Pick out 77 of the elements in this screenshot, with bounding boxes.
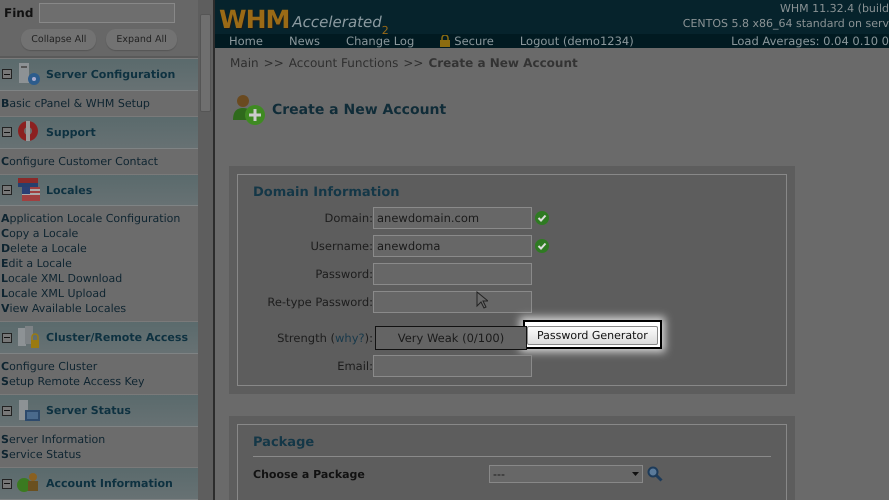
build-text: WHM 11.32.4 (build: [780, 1, 889, 16]
scrollbar[interactable]: [198, 0, 215, 500]
monitor-icon: [16, 398, 42, 424]
check-icon: [535, 211, 549, 225]
section-title: Server Status: [46, 404, 131, 418]
find-label: Find: [4, 6, 34, 20]
section-header[interactable]: Cluster/Remote Access: [0, 321, 198, 354]
collapse-icon[interactable]: [2, 69, 12, 80]
server-text: CENTOS 5.8 x86_64 standard on serv: [682, 16, 889, 31]
section-title: Locales: [46, 184, 92, 197]
breadcrumb-separator: >>: [403, 56, 424, 70]
find-field[interactable]: [39, 3, 176, 23]
breadcrumb-link[interactable]: Main: [230, 56, 259, 70]
section-title: Support: [46, 126, 96, 139]
add-user-icon: [233, 94, 266, 126]
breadcrumb-separator: >>: [264, 56, 284, 70]
section-title: Cluster/Remote Access: [46, 331, 188, 344]
input-field[interactable]: [373, 355, 532, 377]
section-header[interactable]: Server Configuration: [0, 58, 198, 91]
sidebar-link[interactable]: Configure Cluster: [1, 359, 198, 374]
package-select[interactable]: ---: [489, 465, 643, 483]
section-header[interactable]: Account Information: [0, 467, 198, 500]
collapse-icon[interactable]: [2, 127, 12, 138]
sidebar-link[interactable]: View Available Locales: [1, 301, 198, 316]
strength-meter: Very Weak (0/100): [375, 326, 527, 350]
flag-icon: [16, 177, 42, 204]
breadcrumb-link[interactable]: Account Functions: [288, 56, 398, 70]
sidebar-link[interactable]: Setup Remote Access Key: [1, 374, 198, 390]
input-field[interactable]: [373, 291, 532, 313]
field-label: Password:: [314, 267, 373, 281]
sidebar-link[interactable]: Locale XML Upload: [1, 286, 198, 302]
nav-link[interactable]: Change Log: [346, 34, 414, 48]
strength-label: Strength (why?):: [276, 331, 373, 345]
collapse-icon[interactable]: [2, 478, 12, 489]
mouse-pointer-icon: [476, 291, 488, 309]
caret-icon: [632, 472, 639, 476]
page-title: Create a New Account: [272, 102, 446, 118]
section-header[interactable]: Support: [0, 116, 198, 149]
sidebar-link[interactable]: Edit a Locale: [1, 256, 198, 272]
sidebar-link[interactable]: Copy a Locale: [1, 226, 198, 242]
password-generator-button[interactable]: Password Generator: [527, 326, 658, 344]
field-label: Email:: [336, 359, 373, 373]
load-averages: Load Averages: 0.04 0.10 0: [731, 34, 889, 48]
check-icon: [535, 239, 549, 253]
section-title: Server Configuration: [46, 68, 176, 81]
collapse-all-button[interactable]: Collapse All: [21, 29, 96, 50]
lock-icon: [16, 324, 42, 351]
field-label: Choose a Package: [253, 468, 365, 480]
section-header[interactable]: Server Status: [0, 394, 198, 428]
field-label: Username:: [310, 239, 373, 253]
sidebar-link[interactable]: Service Status: [1, 447, 198, 462]
collapse-icon[interactable]: [2, 406, 12, 416]
input-field[interactable]: anewdoma: [373, 235, 532, 257]
nav-link[interactable]: Home: [229, 34, 263, 48]
collapse-icon[interactable]: [2, 185, 12, 196]
nav-link[interactable]: News: [288, 34, 320, 48]
nav-link[interactable]: Logout (demo1234): [520, 34, 634, 48]
why-link[interactable]: why?: [335, 331, 365, 345]
field-label: Re-type Password:: [266, 295, 373, 309]
section-title: Account Information: [46, 477, 173, 490]
input-field[interactable]: anewdomain.com: [373, 207, 532, 229]
sidebar-link[interactable]: Configure Customer Contact: [1, 154, 198, 169]
collapse-icon[interactable]: [2, 332, 12, 343]
sidebar-link[interactable]: Basic cPanel & WHM Setup: [1, 96, 198, 111]
sidebar-link[interactable]: Server Information: [1, 432, 198, 448]
sidebar-link[interactable]: Delete a Locale: [1, 241, 198, 256]
field-label: Domain:: [324, 211, 373, 225]
search-icon[interactable]: [647, 466, 663, 482]
section-heading: Domain Information: [253, 185, 401, 200]
nav-link[interactable]: Secure: [440, 34, 494, 48]
sidebar-link[interactable]: Locale XML Download: [1, 271, 198, 286]
section-heading: Package: [253, 435, 771, 457]
expand-all-button[interactable]: Expand All: [106, 29, 177, 50]
sidebar-link[interactable]: Application Locale Configuration: [1, 211, 198, 226]
lock-icon: [440, 35, 450, 47]
section-header[interactable]: Locales: [0, 174, 198, 206]
input-field[interactable]: [373, 263, 532, 285]
